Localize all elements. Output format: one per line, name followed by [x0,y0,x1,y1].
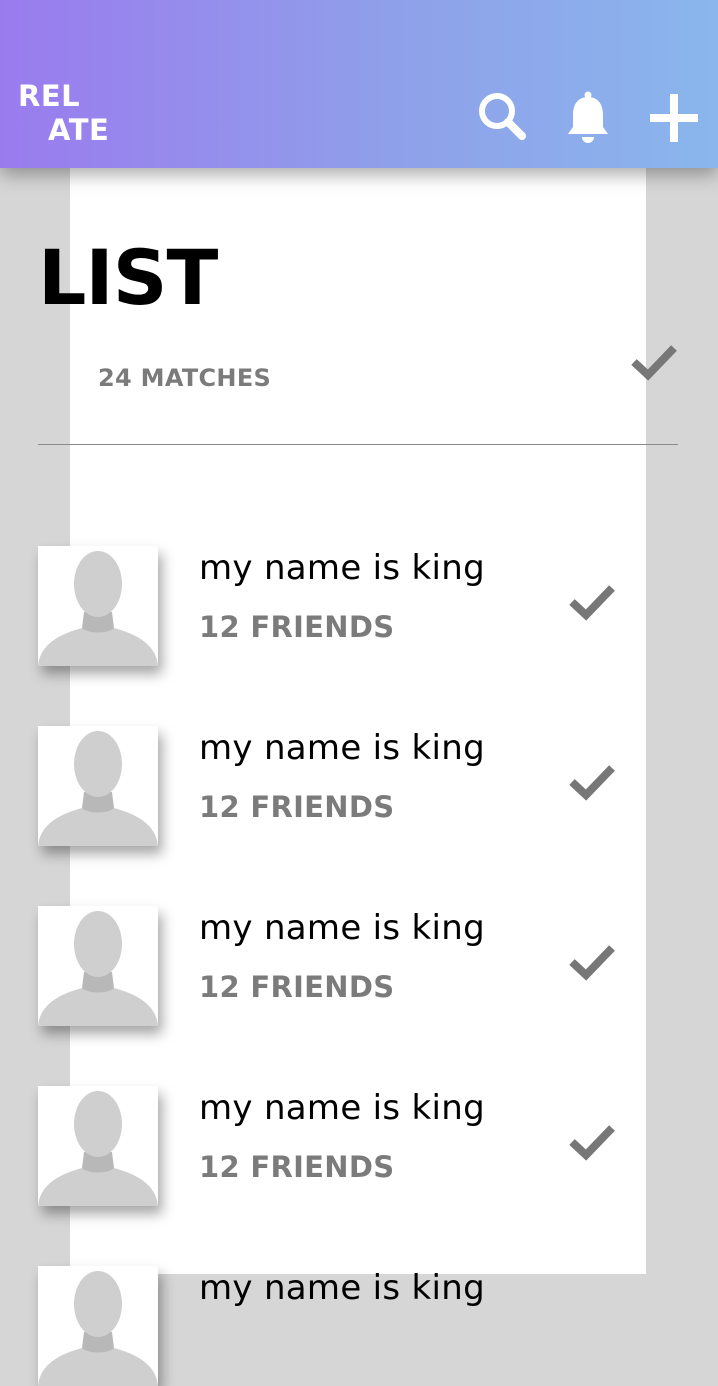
item-name: my name is king [199,908,486,948]
item-friends-count: 12 FRIENDS [199,970,395,1004]
check-icon[interactable] [568,762,616,806]
bell-icon[interactable] [565,90,611,148]
person-placeholder-icon [38,911,158,1026]
avatar [38,906,158,1026]
list-item[interactable]: my name is king [0,1266,718,1386]
item-name: my name is king [199,728,486,768]
select-all-check-icon[interactable] [630,342,678,386]
list-item[interactable]: my name is king 12 FRIENDS [0,906,718,1026]
matches-count: 24 MATCHES [98,364,272,392]
item-friends-count: 12 FRIENDS [199,610,395,644]
search-icon[interactable] [476,90,528,146]
item-name: my name is king [199,548,486,588]
check-icon[interactable] [568,582,616,626]
avatar [38,1086,158,1206]
divider [38,444,678,445]
logo-line-1: REL [18,79,81,113]
person-placeholder-icon [38,1271,158,1386]
item-name: my name is king [199,1268,486,1308]
list-item[interactable]: my name is king 12 FRIENDS [0,1086,718,1206]
app-header: REL ATE [0,0,718,168]
check-icon[interactable] [568,1122,616,1166]
avatar [38,546,158,666]
avatar [38,1266,158,1386]
check-icon[interactable] [568,942,616,986]
page-title: LIST [38,233,218,322]
app-logo[interactable]: REL ATE [18,79,109,147]
item-friends-count: 12 FRIENDS [199,1150,395,1184]
list-item[interactable]: my name is king 12 FRIENDS [0,726,718,846]
avatar [38,726,158,846]
person-placeholder-icon [38,551,158,666]
person-placeholder-icon [38,1091,158,1206]
plus-icon[interactable] [650,94,698,146]
person-placeholder-icon [38,731,158,846]
list-item[interactable]: my name is king 12 FRIENDS [0,546,718,666]
logo-line-2: ATE [48,113,110,147]
item-friends-count: 12 FRIENDS [199,790,395,824]
item-name: my name is king [199,1088,486,1128]
